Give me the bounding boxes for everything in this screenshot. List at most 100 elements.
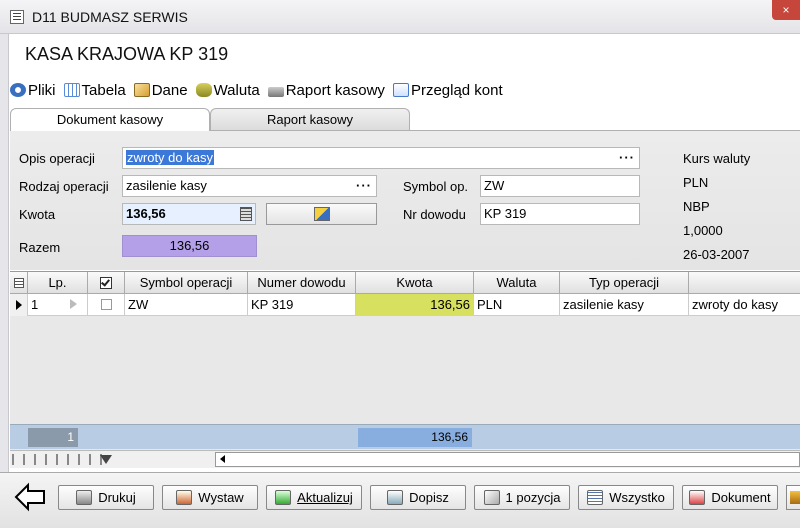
menu-bar: Pliki Tabela Dane Waluta Raport kasowy P… [10,79,503,101]
col-typ[interactable]: Typ operacji [560,272,689,294]
kurs-waluty-label: Kurs waluty [683,151,751,166]
kwota-value: 136,56 [126,206,166,221]
menu-item-pliki[interactable]: Pliki [10,82,56,99]
cell-check[interactable] [88,294,125,316]
cell-numer[interactable]: KP 319 [248,294,356,316]
menu-item-dane[interactable]: Dane [133,81,188,99]
symbol-op-input[interactable]: ZW [480,175,640,197]
app-icon [10,9,24,24]
col-kwota[interactable]: Kwota [356,272,474,294]
cell-symbol[interactable]: ZW [125,294,248,316]
data-icon [133,83,150,97]
window-title: D11 BUDMASZ SERWIS [32,8,188,25]
cell-opis[interactable]: zwroty do kasy [689,294,800,316]
box-icon [790,491,800,504]
close-button[interactable]: × [772,0,800,20]
footer-count: 1 [28,428,78,447]
opis-lookup-button[interactable]: ··· [619,148,635,168]
footer-sum: 136,56 [358,428,472,447]
col-numer[interactable]: Numer dowodu [248,272,356,294]
aktualizuj-button[interactable]: Aktualizuj [266,485,362,510]
cell-waluta[interactable]: PLN [474,294,560,316]
menu-item-waluta[interactable]: Waluta [195,82,260,99]
one-position-button[interactable]: 1 pozycja [474,485,570,510]
files-icon [10,83,26,97]
opis-operacji-input[interactable]: zwroty do kasy ··· [122,147,640,169]
opis-label: Opis operacji [19,151,95,166]
back-arrow-button[interactable] [14,482,46,512]
calculator-icon[interactable] [240,207,252,221]
record-navigator-icon[interactable] [12,454,108,465]
razem-value: 136,56 [122,235,257,257]
accounts-icon [392,83,409,97]
table-icon [63,83,80,97]
page-title: KASA KRAJOWA KP 319 [25,44,229,64]
table-row[interactable]: 1 ZW KP 319 136,56 PLN zasilenie kasy zw… [10,294,800,316]
row-pointer-icon[interactable] [10,294,28,316]
kwota-input[interactable]: 136,56 [122,203,256,225]
dopisz-button[interactable]: Dopisz [370,485,466,510]
col-lp[interactable]: Lp. [28,272,88,294]
dokument-label: Dokument [711,490,771,505]
wystaw-label: Wystaw [198,490,244,505]
checkbox-header-icon [100,277,112,289]
columns-icon [13,278,24,288]
wszystko-button[interactable]: Wszystko [578,485,674,510]
button-bar: Drukuj Wystaw Aktualizuj Dopisz 1 pozycj… [0,472,800,528]
document-icon [689,490,706,505]
kwota-action-button[interactable] [266,203,377,225]
wystaw-button[interactable]: Wystaw [162,485,258,510]
app-window: D11 BUDMASZ SERWIS × KASA KRAJOWA KP 319… [0,0,800,528]
menu-item-raport-kasowy[interactable]: Raport kasowy [267,81,385,99]
tab-dokument-kasowy[interactable]: Dokument kasowy [10,108,210,131]
scroll-left-icon[interactable] [220,455,225,463]
col-symbol[interactable]: Symbol operacji [125,272,248,294]
menu-item-tabela[interactable]: Tabela [63,81,126,99]
row-selector-header[interactable] [10,272,28,294]
append-icon [387,490,404,505]
rate-currency: PLN [683,175,709,190]
cell-kwota[interactable]: 136,56 [356,294,474,316]
rate-value: 1,0000 [683,223,723,238]
dopisz-label: Dopisz [409,490,449,505]
col-check[interactable] [88,272,125,294]
rodzaj-lookup-button[interactable]: ··· [356,176,372,196]
eraser-icon [483,490,500,505]
pozycja-label: 1 pozycja [505,490,561,505]
cell-lp-value: 1 [31,297,39,312]
cell-lp[interactable]: 1 [28,294,88,316]
checkbox[interactable] [100,299,112,310]
printer-icon [76,490,93,505]
cell-typ[interactable]: zasilenie kasy [560,294,689,316]
dokument-button[interactable]: Dokument [682,485,778,510]
menu-label: Raport kasowy [285,81,385,99]
currency-calc-icon [314,207,330,221]
col-opis[interactable] [689,272,800,294]
filter-icon[interactable] [100,455,112,464]
menu-label: Tabela [81,81,126,99]
extra-button[interactable] [786,485,800,510]
tab-bar: Dokument kasowy Raport kasowy [10,108,800,131]
menu-label: Przegląd kont [410,81,503,99]
refresh-icon [275,490,292,505]
nr-dowodu-label: Nr dowodu [403,207,466,222]
col-waluta[interactable]: Waluta [474,272,560,294]
grid-footer: 1 136,56 [10,424,800,449]
tab-raport-kasowy[interactable]: Raport kasowy [210,108,410,130]
title-bar: D11 BUDMASZ SERWIS × [0,0,800,34]
menu-label: Pliki [28,81,56,99]
grid-header: Lp. Symbol operacji Numer dowodu Kwota W… [10,272,800,294]
menu-item-przeglad-kont[interactable]: Przegląd kont [392,81,503,99]
cash-report-icon [267,87,284,97]
symbol-label: Symbol op. [403,179,469,194]
rodzaj-value: zasilenie kasy [126,178,207,193]
kwota-label: Kwota [19,207,56,222]
rate-source: NBP [683,199,710,214]
menu-label: Dane [151,81,188,99]
horizontal-scrollbar[interactable] [215,452,800,467]
nr-dowodu-input[interactable]: KP 319 [480,203,640,225]
drukuj-button[interactable]: Drukuj [58,485,154,510]
rodzaj-operacji-input[interactable]: zasilenie kasy ··· [122,175,377,197]
document-form: Opis operacji zwroty do kasy ··· Rodzaj … [10,130,800,270]
aktualizuj-label: Aktualizuj [297,490,353,505]
